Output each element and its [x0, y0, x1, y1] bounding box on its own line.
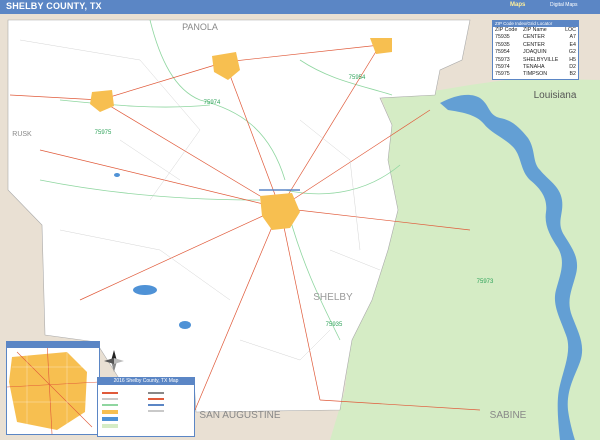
- map-legend: 2016 Shelby County, TX Map: [97, 377, 195, 437]
- zip-cell: 75974: [495, 63, 510, 70]
- title-bar: SHELBY COUNTY, TX Maps Digital Maps: [0, 0, 600, 14]
- legend-swatch-road: [102, 398, 118, 400]
- loc-cell: D2: [569, 63, 576, 70]
- table-row: 75935 CENTER A7: [493, 34, 578, 41]
- logo: Maps Digital Maps: [510, 0, 590, 14]
- zip-index-table: ZIP Code Index/Grid Locator ZIP Code ZIP…: [492, 20, 579, 80]
- legend-swatch-forest: [102, 424, 118, 428]
- table-row: 75974 TENAHA D2: [493, 64, 578, 71]
- label-louisiana: Louisiana: [534, 90, 577, 101]
- north-arrow-icon: [104, 350, 124, 372]
- col-header-loc: LOC: [565, 27, 576, 33]
- legend-title: 2016 Shelby County, TX Map: [98, 378, 194, 385]
- zip-cell: 75973: [495, 56, 510, 63]
- zip-cell: 75935: [495, 41, 510, 48]
- loc-cell: B2: [569, 71, 576, 78]
- name-cell: CENTER: [523, 34, 545, 41]
- legend-swatch-other: [148, 392, 164, 394]
- col-header-name: ZIP Name: [523, 27, 547, 33]
- zip-cell: 75954: [495, 49, 510, 56]
- logo-sub: Digital Maps: [550, 2, 578, 8]
- legend-swatch-highway: [102, 392, 118, 394]
- legend-swatch-zip: [102, 404, 118, 406]
- zip-label: 75973: [477, 279, 494, 285]
- label-shelby: SHELBY: [313, 292, 353, 303]
- map-title: SHELBY COUNTY, TX: [6, 1, 102, 11]
- name-cell: JOAQUIN: [523, 49, 547, 56]
- label-san-augustine: SAN AUGUSTINE: [199, 410, 280, 421]
- inset-map[interactable]: [6, 341, 100, 435]
- loc-cell: H5: [569, 56, 576, 63]
- loc-cell: G2: [568, 49, 576, 56]
- lake: [179, 321, 191, 329]
- name-cell: TIMPSON: [523, 71, 548, 78]
- name-cell: CENTER: [523, 41, 545, 48]
- lake: [133, 285, 157, 295]
- zip-label: 75935: [326, 322, 343, 328]
- label-rusk: RUSK: [12, 131, 32, 138]
- zip-table-header: ZIP Code ZIP Name LOC: [493, 27, 578, 34]
- zip-label: 75954: [349, 75, 366, 81]
- label-sabine: SABINE: [490, 410, 527, 421]
- legend-swatch-city: [102, 410, 118, 414]
- legend-swatch-other: [148, 410, 164, 412]
- logo-brand: Maps: [510, 2, 526, 8]
- table-row: 75975 TIMPSON B2: [493, 71, 578, 78]
- zip-label: 75974: [204, 100, 221, 106]
- name-cell: TENAHA: [523, 63, 545, 70]
- zip-label: 75975: [95, 130, 112, 136]
- lake: [114, 173, 120, 177]
- zip-cell: 75975: [495, 71, 510, 78]
- loc-cell: E4: [569, 41, 576, 48]
- name-cell: SHELBYVILLE: [523, 56, 559, 63]
- label-panola: PANOLA: [182, 22, 218, 32]
- table-row: 75954 JOAQUIN G2: [493, 49, 578, 56]
- table-row: 75973 SHELBYVILLE H5: [493, 57, 578, 64]
- table-row: 75935 CENTER E4: [493, 42, 578, 49]
- col-header-zip: ZIP Code: [495, 27, 518, 33]
- legend-swatch-other: [148, 398, 164, 400]
- legend-swatch-other: [148, 404, 164, 406]
- inset-map-graphic: [7, 342, 99, 434]
- loc-cell: A7: [569, 34, 576, 41]
- zip-cell: 75935: [495, 34, 510, 41]
- legend-swatch-water: [102, 417, 118, 421]
